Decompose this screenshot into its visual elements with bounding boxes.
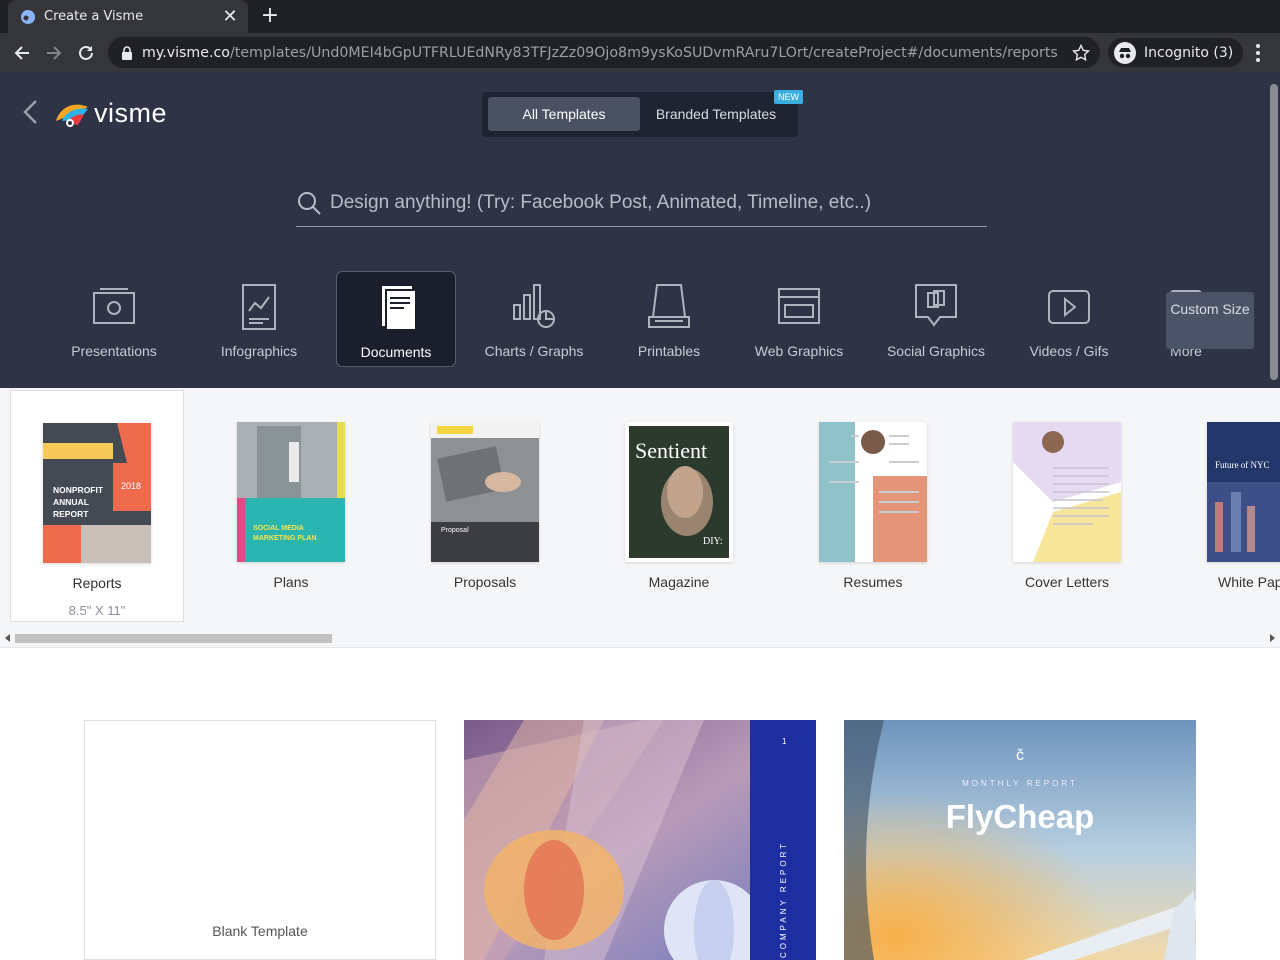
subcategory-label: Reports bbox=[72, 575, 122, 591]
subcategory-magazine[interactable]: Sentient DIY: Magazine bbox=[592, 390, 766, 622]
subcategory-label: Proposals bbox=[453, 574, 517, 590]
magazine-thumbnail: Sentient DIY: bbox=[625, 422, 733, 562]
subcategory-plans[interactable]: SOCIAL MEDIA MARKETING PLAN Plans bbox=[204, 390, 378, 622]
search-input[interactable] bbox=[330, 192, 970, 214]
category-social-graphics[interactable]: Social Graphics bbox=[884, 271, 988, 367]
incognito-profile[interactable]: Incognito (3) bbox=[1108, 38, 1244, 67]
svg-text:SOCIAL MEDIA: SOCIAL MEDIA bbox=[253, 525, 304, 532]
presentation-icon bbox=[93, 288, 135, 324]
browser-tab-bar: Create a Visme ✕ + bbox=[0, 0, 1280, 33]
category-charts-graphs[interactable]: Charts / Graphs bbox=[480, 271, 588, 367]
browser-tab[interactable]: Create a Visme ✕ bbox=[8, 0, 248, 33]
scroll-left-arrow-icon[interactable] bbox=[3, 633, 13, 643]
template-search bbox=[296, 180, 987, 227]
tab-title: Create a Visme bbox=[44, 9, 144, 24]
subcategory-white-papers[interactable]: Future of NYC White Pap bbox=[1174, 390, 1280, 622]
social-icon bbox=[915, 284, 957, 327]
svg-text:DIY:: DIY: bbox=[703, 536, 723, 547]
incognito-icon bbox=[1114, 41, 1136, 64]
all-templates-tab[interactable]: All Templates bbox=[488, 97, 640, 131]
scroll-thumb[interactable] bbox=[15, 634, 332, 643]
svg-text:1: 1 bbox=[782, 737, 787, 746]
subcategory-label: Cover Letters bbox=[1024, 574, 1110, 590]
subcategory-reports[interactable]: NONPROFIT ANNUAL REPORT 2018 Reports 8.5… bbox=[10, 390, 184, 622]
plans-thumbnail: SOCIAL MEDIA MARKETING PLAN bbox=[237, 422, 345, 562]
svg-text:Proposal: Proposal bbox=[441, 527, 469, 534]
svg-text:Future of NYC: Future of NYC bbox=[1215, 460, 1270, 470]
visme-logo-mark-icon bbox=[56, 104, 88, 127]
video-icon bbox=[1048, 290, 1090, 324]
document-icon bbox=[382, 286, 417, 331]
chart-icon bbox=[513, 284, 555, 328]
subcategory-strip: NONPROFIT ANNUAL REPORT 2018 Reports 8.5… bbox=[0, 388, 1280, 648]
company-report-template-card[interactable]: 1 COMPANY REPORT bbox=[464, 720, 816, 960]
back-chevron-icon[interactable] bbox=[20, 98, 40, 126]
svg-text:FlyCheap: FlyCheap bbox=[946, 798, 1095, 835]
category-infographics[interactable]: Infographics bbox=[212, 271, 306, 367]
reload-icon[interactable] bbox=[74, 41, 98, 65]
subcategory-label: Plans bbox=[273, 574, 309, 590]
browser-toolbar: my.visme.co/templates/Und0MEI4bGpUTFRLUE… bbox=[0, 33, 1280, 72]
web-icon bbox=[778, 288, 820, 324]
reports-thumbnail: NONPROFIT ANNUAL REPORT 2018 bbox=[43, 423, 151, 563]
blank-template-card[interactable]: Blank Template bbox=[84, 720, 436, 960]
bookmark-star-icon[interactable] bbox=[1072, 43, 1090, 62]
back-arrow-icon[interactable] bbox=[10, 41, 34, 65]
search-icon bbox=[298, 192, 321, 215]
logo-wordmark: visme bbox=[94, 98, 168, 128]
svg-text:Sentient: Sentient bbox=[635, 438, 707, 463]
subcategory-label: White Pap bbox=[1218, 574, 1280, 590]
category-web-graphics[interactable]: Web Graphics bbox=[750, 271, 848, 367]
blank-template-label: Blank Template bbox=[212, 923, 308, 939]
subcategory-resumes[interactable]: Resumes bbox=[786, 390, 960, 622]
proposals-thumbnail: Proposal bbox=[431, 422, 539, 562]
svg-text:MONTHLY REPORT: MONTHLY REPORT bbox=[962, 779, 1078, 788]
address-bar[interactable]: my.visme.co/templates/Und0MEI4bGpUTFRLUE… bbox=[108, 37, 1100, 68]
close-tab-icon[interactable]: ✕ bbox=[218, 6, 242, 27]
visme-favicon-icon bbox=[21, 9, 35, 24]
infographic-icon bbox=[242, 284, 276, 330]
subcategory-label: Resumes bbox=[843, 574, 903, 590]
url-text: my.visme.co/templates/Und0MEI4bGpUTFRLUE… bbox=[142, 44, 1058, 61]
category-videos-gifs[interactable]: Videos / Gifs bbox=[1024, 271, 1114, 367]
svg-text:č: č bbox=[1016, 747, 1024, 764]
scroll-right-arrow-icon[interactable] bbox=[1267, 633, 1277, 643]
category-printables[interactable]: Printables bbox=[632, 271, 706, 367]
new-tab-icon[interactable]: + bbox=[258, 4, 282, 28]
vertical-scrollbar[interactable] bbox=[1268, 72, 1280, 388]
subcategory-cover-letters[interactable]: Cover Letters bbox=[980, 390, 1154, 622]
visme-logo[interactable]: visme bbox=[54, 98, 167, 129]
subcategory-label: Magazine bbox=[648, 574, 710, 590]
subcategory-proposals[interactable]: Proposal Proposals bbox=[398, 390, 572, 622]
flycheap-template-card[interactable]: č MONTHLY REPORT FlyCheap bbox=[844, 720, 1196, 960]
company-report-preview: 1 COMPANY REPORT bbox=[464, 720, 816, 960]
cover-letters-thumbnail bbox=[1013, 422, 1121, 562]
svg-text:NONPROFIT: NONPROFIT bbox=[53, 485, 104, 495]
branded-templates-tab[interactable]: Branded Templates bbox=[646, 97, 786, 131]
lock-icon bbox=[122, 45, 132, 60]
template-source-switch: All Templates Branded Templates bbox=[482, 92, 798, 137]
forward-arrow-icon[interactable] bbox=[42, 41, 66, 65]
custom-size-button[interactable]: Custom Size bbox=[1166, 292, 1254, 349]
horizontal-scrollbar[interactable] bbox=[0, 631, 1280, 645]
new-badge: NEW bbox=[774, 90, 803, 104]
browser-menu-icon[interactable] bbox=[1248, 41, 1268, 65]
subcategory-size: 8.5" X 11" bbox=[68, 603, 126, 618]
svg-text:MARKETING PLAN: MARKETING PLAN bbox=[253, 535, 316, 542]
resumes-thumbnail bbox=[819, 422, 927, 562]
flycheap-preview: č MONTHLY REPORT FlyCheap bbox=[844, 720, 1196, 960]
svg-text:ANNUAL: ANNUAL bbox=[53, 497, 89, 507]
category-presentations[interactable]: Presentations bbox=[64, 271, 164, 367]
svg-text:REPORT: REPORT bbox=[53, 509, 89, 519]
category-documents[interactable]: Documents bbox=[336, 271, 456, 367]
white-papers-thumbnail: Future of NYC bbox=[1207, 422, 1280, 562]
svg-text:2018: 2018 bbox=[121, 481, 141, 491]
printer-icon bbox=[648, 284, 690, 328]
incognito-label: Incognito (3) bbox=[1144, 44, 1234, 61]
svg-text:COMPANY REPORT: COMPANY REPORT bbox=[779, 841, 788, 958]
